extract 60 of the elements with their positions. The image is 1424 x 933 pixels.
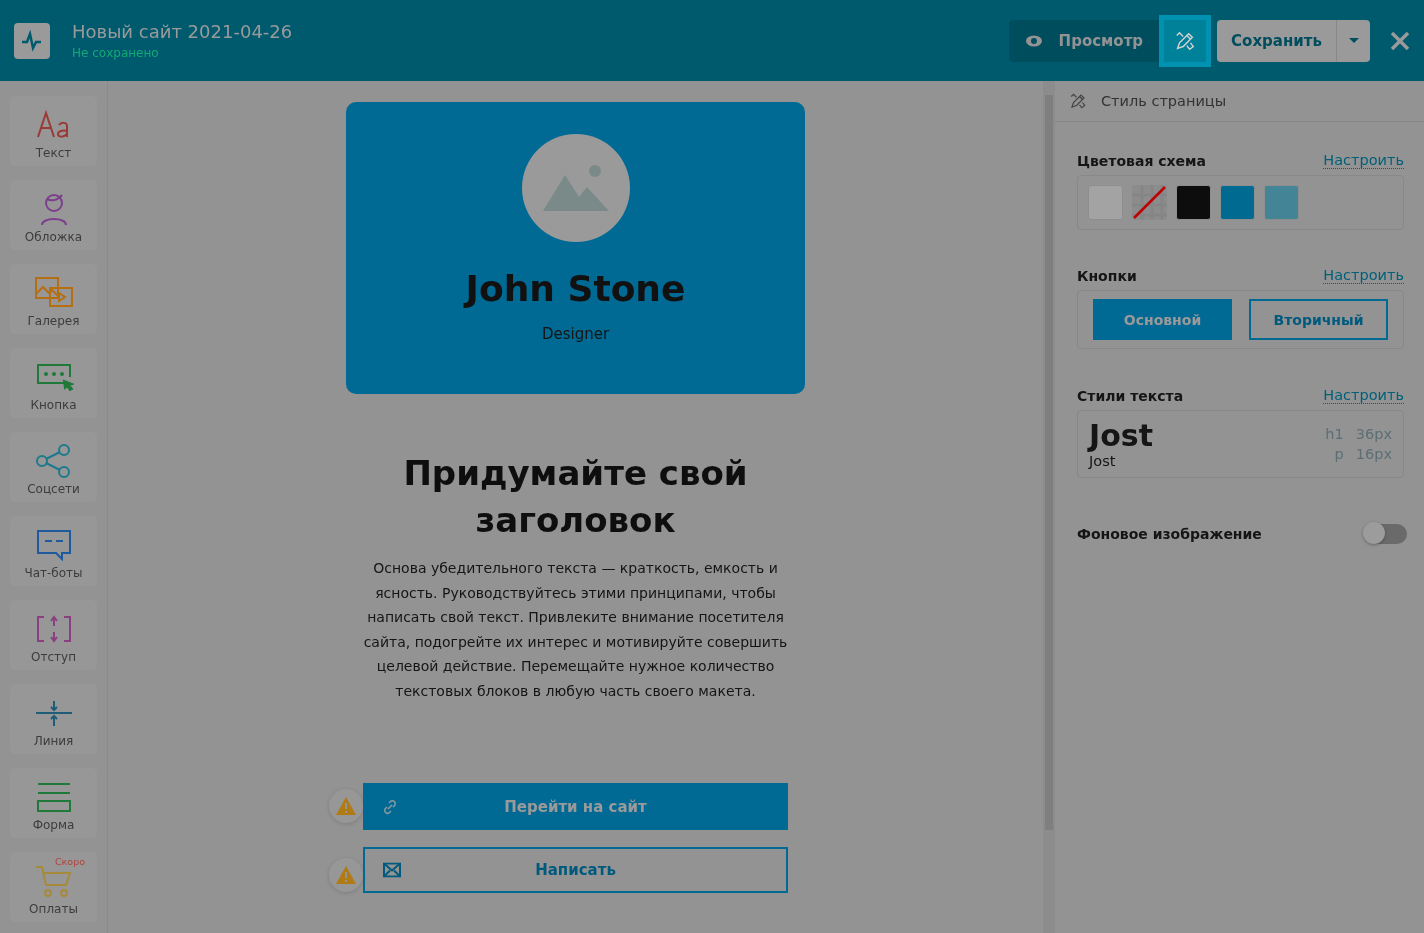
secondary-style-button[interactable]: Вторичный <box>1249 299 1388 340</box>
block-tile[interactable]: Линия <box>10 684 97 754</box>
section-heading: Придумайте свой заголовок <box>402 452 749 542</box>
tile-label: Галерея <box>27 314 80 328</box>
block-tile[interactable]: Чат-боты <box>10 516 97 586</box>
block-tile[interactable]: Кнопка <box>10 348 97 418</box>
close-icon <box>1390 30 1410 51</box>
close-button[interactable] <box>1390 30 1410 51</box>
cta-button[interactable]: Написать <box>363 847 788 893</box>
panel-title: Стиль страницы <box>1101 93 1227 109</box>
section-title: Кнопки <box>1077 267 1137 284</box>
customize-link[interactable]: Настроить <box>1323 387 1404 404</box>
pencil-ruler-icon <box>1069 92 1087 110</box>
profile-role: Designer <box>541 325 610 343</box>
block-tile[interactable]: Скоро Оплаты <box>10 852 97 922</box>
block-tile[interactable]: Галерея <box>10 264 97 334</box>
color-swatch[interactable] <box>1220 185 1255 220</box>
section-title: Стили текста <box>1077 387 1184 404</box>
image-icon <box>542 165 609 211</box>
cta-button[interactable]: Перейти на сайт <box>363 783 788 830</box>
color-swatch[interactable] <box>1264 185 1299 220</box>
customize-link[interactable]: Настроить <box>1323 267 1404 284</box>
soon-label: Скоро <box>54 856 85 867</box>
link-icon <box>381 797 399 816</box>
tile-label: Отступ <box>31 650 76 664</box>
section-paragraph: Основа убедительного текста — краткость, емкость и ясность. Руководствуйтесь этими принципами, чтобы написать свой текст. Привлеките внимание посетителя сайта, подогрейте их интерес и мотивируйте совершить целевой действие. Перемещайте нужное количество текстовых блоков в любую часть своего макета. <box>362 559 789 701</box>
customize-link[interactable]: Настроить <box>1323 152 1404 169</box>
profile-name: John Stone <box>465 268 686 309</box>
page-style-button[interactable] <box>1159 14 1212 67</box>
background-image-toggle[interactable] <box>1365 524 1407 544</box>
heading-font-sample: Jost <box>1089 419 1154 453</box>
block-tile[interactable]: Обложка <box>10 180 97 250</box>
tile-label: Соцсети <box>27 482 80 496</box>
block-tile[interactable]: Соцсети <box>10 432 97 502</box>
eye-icon <box>1024 34 1043 47</box>
pencil-ruler-icon <box>1174 29 1197 52</box>
block-tile[interactable]: Текст <box>10 96 97 166</box>
setting-label: Фоновое изображение <box>1077 526 1262 542</box>
section-title: Цветовая схема <box>1077 152 1206 169</box>
tile-label: Кнопка <box>30 398 77 412</box>
tile-label: Обложка <box>24 230 83 244</box>
color-swatch[interactable] <box>1176 185 1211 220</box>
mail-icon <box>383 862 401 878</box>
tile-label: Чат-боты <box>24 566 83 580</box>
warning-icon <box>336 797 356 815</box>
body-font-sample: Jost <box>1089 453 1117 469</box>
no-color-swatch[interactable] <box>1132 185 1167 220</box>
save-status: Не сохранено <box>72 46 160 60</box>
primary-style-button[interactable]: Основной <box>1093 299 1232 340</box>
block-tile[interactable]: Отступ <box>10 600 97 670</box>
tile-label: Линия <box>33 734 74 748</box>
tile-label: Форма <box>32 818 75 832</box>
site-title: Новый сайт 2021-04-26 <box>72 21 294 42</box>
caret-icon <box>1348 38 1359 43</box>
tile-label: Оплаты <box>29 902 78 916</box>
tile-label: Текст <box>35 146 72 160</box>
block-tile[interactable]: Форма <box>10 768 97 838</box>
app-logo <box>14 22 50 59</box>
warning-icon <box>336 866 356 884</box>
preview-button[interactable]: Просмотр <box>1008 19 1160 62</box>
